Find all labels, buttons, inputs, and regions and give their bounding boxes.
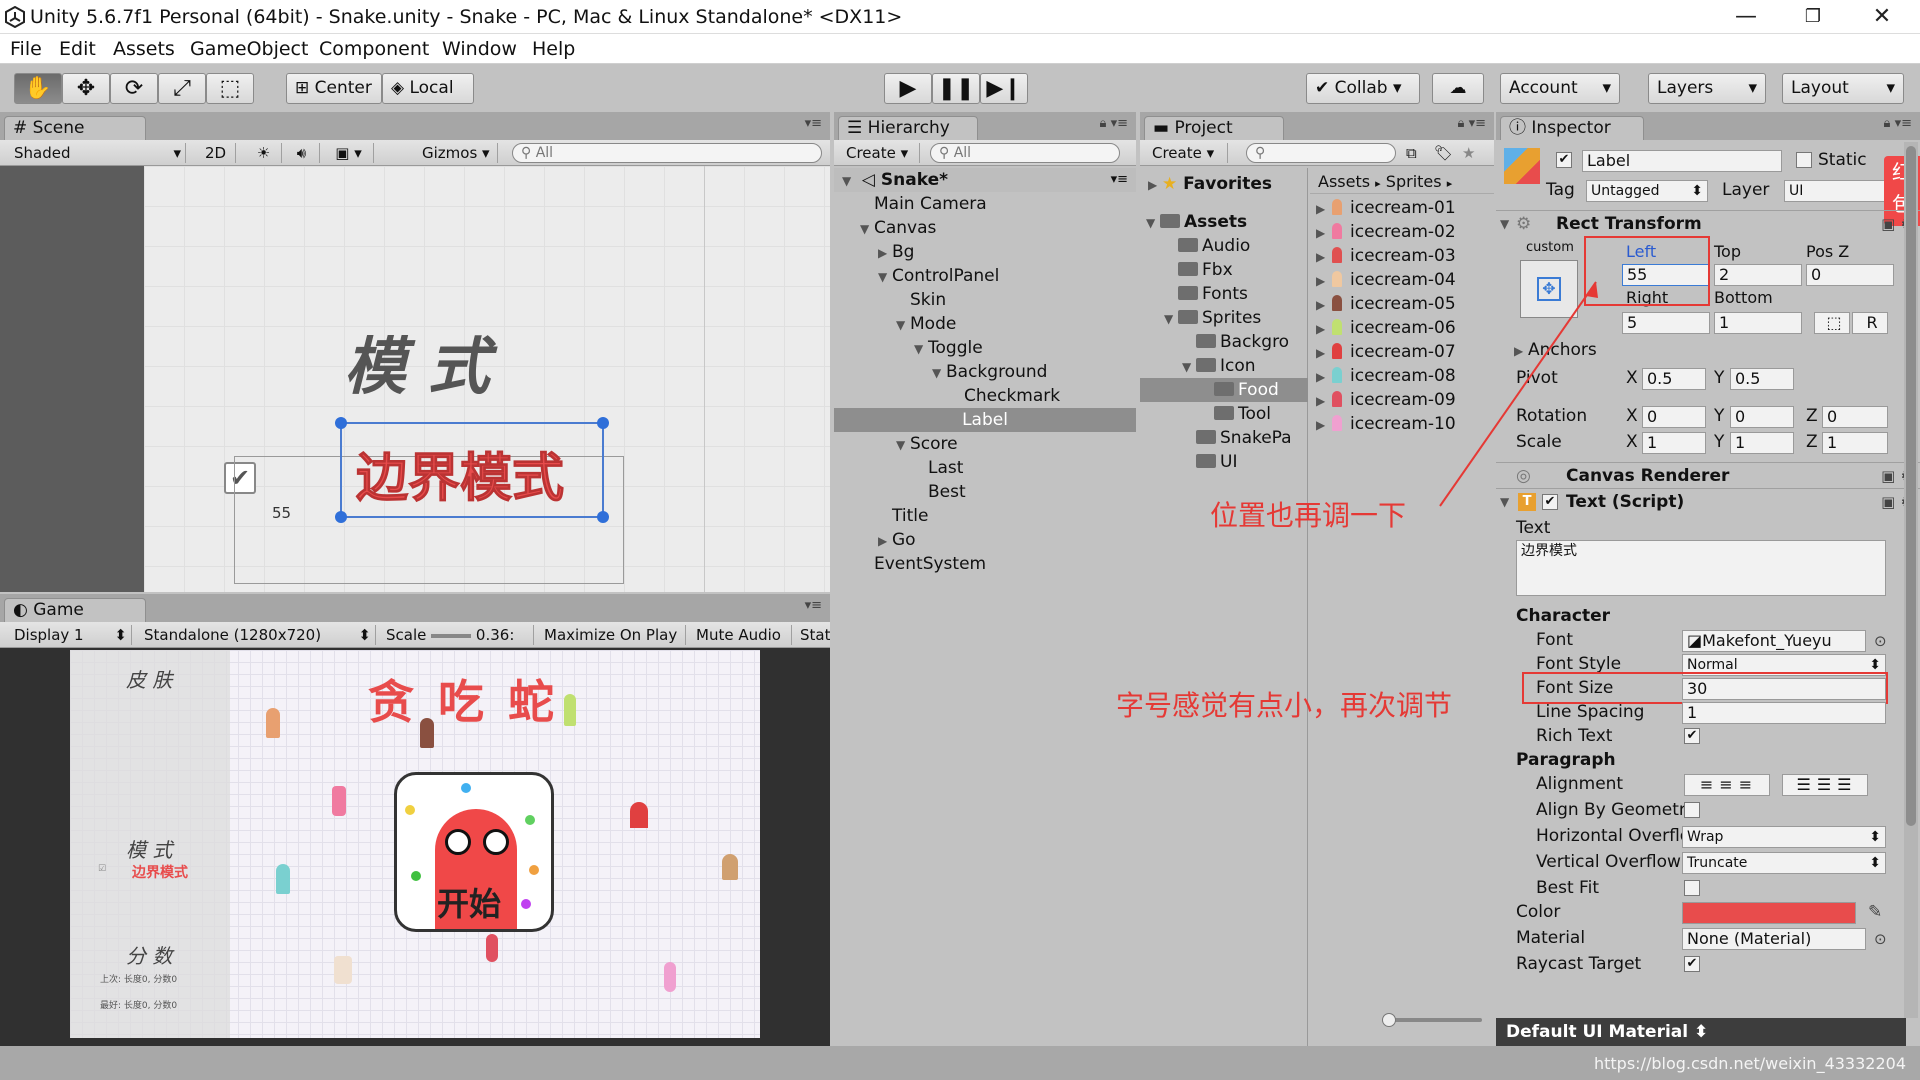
watermark: https://blog.csdn.net/weixin_43332204 <box>1593 1054 1906 1073</box>
annotation-position-text: 位置也再调一下 <box>1210 499 1407 532</box>
status-bar: https://blog.csdn.net/weixin_43332204 <box>0 1046 1920 1080</box>
annotation-arrow <box>1439 281 1598 507</box>
annotation-fontsize-text: 字号感觉有点小，再次调节 <box>1116 689 1453 722</box>
